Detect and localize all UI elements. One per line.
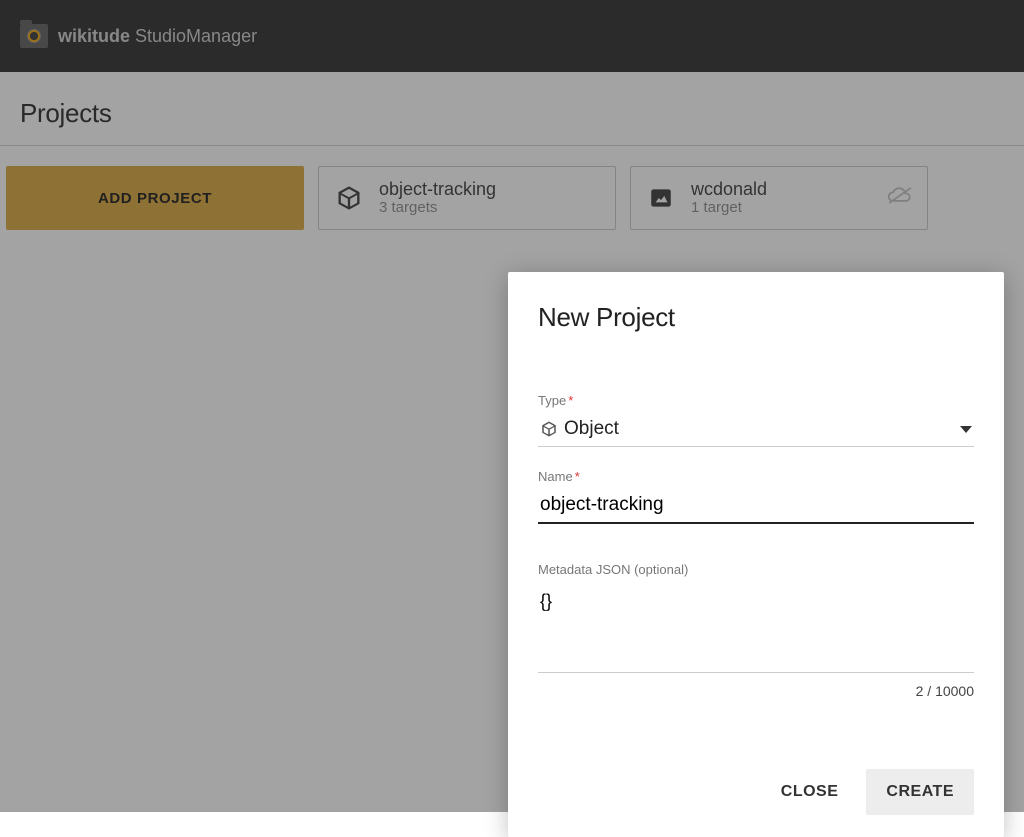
metadata-counter: 2 / 10000 — [538, 683, 974, 699]
name-label-row: Name* — [538, 469, 974, 484]
type-value-text: Object — [564, 418, 619, 440]
metadata-label: Metadata JSON (optional) — [538, 562, 974, 577]
name-required: * — [575, 469, 580, 484]
type-select-value: Object — [540, 418, 619, 440]
cube-icon — [540, 420, 558, 438]
chevron-down-icon — [960, 426, 972, 433]
dialog-title: New Project — [538, 302, 974, 333]
create-button[interactable]: CREATE — [866, 769, 974, 815]
dialog-actions: CLOSE CREATE — [538, 769, 974, 815]
close-button[interactable]: CLOSE — [781, 783, 839, 801]
new-project-dialog: New Project Type* Object Name* Metadata … — [508, 272, 1004, 837]
metadata-input[interactable]: {} — [538, 587, 974, 673]
name-input[interactable] — [538, 488, 974, 524]
type-select[interactable]: Object — [538, 412, 974, 447]
type-label: Type — [538, 393, 566, 408]
type-label-row: Type* — [538, 393, 974, 408]
type-required: * — [568, 393, 573, 408]
name-label: Name — [538, 469, 573, 484]
